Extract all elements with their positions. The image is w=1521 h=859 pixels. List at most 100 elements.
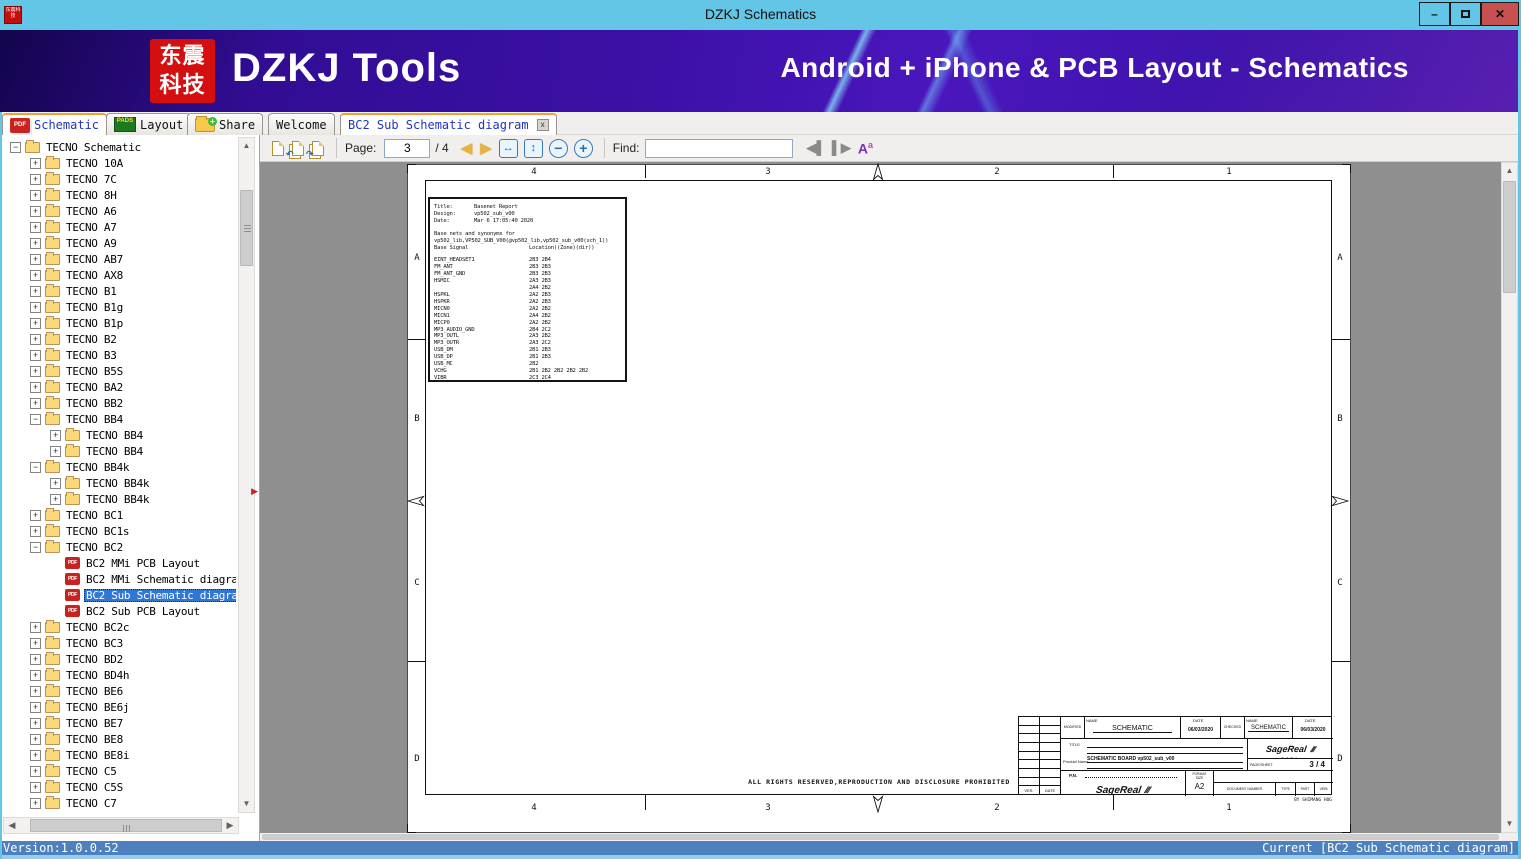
expand-toggle-icon[interactable]: +: [30, 237, 41, 249]
expand-toggle-icon[interactable]: +: [30, 269, 41, 281]
expand-toggle-icon[interactable]: +: [30, 157, 41, 169]
tree-item[interactable]: + TECNO BA2: [2, 379, 236, 395]
expand-toggle-icon[interactable]: +: [50, 493, 61, 505]
expand-toggle-icon[interactable]: +: [30, 253, 41, 265]
tree-item[interactable]: + TECNO B1g: [2, 299, 236, 315]
tree-item[interactable]: + TECNO AX8: [2, 267, 236, 283]
viewer-hscroll-thumb[interactable]: [262, 834, 1499, 840]
collapse-toggle-icon[interactable]: −: [30, 461, 41, 473]
close-button[interactable]: ✕: [1481, 2, 1519, 26]
expand-toggle-icon[interactable]: +: [30, 285, 41, 297]
tree-item[interactable]: + TECNO BE6j: [2, 699, 236, 715]
tree-item[interactable]: − TECNO BC2: [2, 539, 236, 555]
tree-item[interactable]: + TECNO BC3: [2, 635, 236, 651]
doc-tab-welcome[interactable]: Welcome: [268, 113, 335, 135]
tree-item[interactable]: PDF BC2 MMi Schematic diagram: [2, 571, 236, 587]
rotate-right-icon[interactable]: ↷: [306, 138, 328, 159]
zoom-in-button[interactable]: +: [573, 138, 593, 158]
expand-toggle-icon[interactable]: +: [30, 173, 41, 185]
expand-toggle-icon[interactable]: +: [30, 509, 41, 521]
tree-item[interactable]: + TECNO BD2: [2, 651, 236, 667]
doc-tab-bc2-sub-schematic[interactable]: BC2 Sub Schematic diagram x: [340, 113, 557, 135]
zoom-out-button[interactable]: −: [548, 138, 568, 158]
tree-item[interactable]: PDF BC2 Sub Schematic diagram: [2, 587, 236, 603]
tree-item[interactable]: + TECNO BE7: [2, 715, 236, 731]
match-case-icon[interactable]: Aa: [854, 140, 877, 157]
tree-item[interactable]: + TECNO BB4k: [2, 491, 236, 507]
find-next-icon[interactable]: ▌▶: [829, 140, 854, 156]
viewer-vertical-scrollbar[interactable]: ▲ ▼: [1501, 162, 1518, 833]
tree-item[interactable]: + TECNO BB2: [2, 395, 236, 411]
expand-toggle-icon[interactable]: +: [30, 765, 41, 777]
tree-item[interactable]: + TECNO A7: [2, 219, 236, 235]
fit-width-button[interactable]: ↔: [498, 138, 518, 158]
next-page-button[interactable]: ▶: [476, 139, 496, 157]
document-viewer[interactable]: 4 4 3 3 2 2 1 1 A A B B C C D D Title: Basenet Report De…: [260, 162, 1501, 833]
tree-item[interactable]: + TECNO BE8: [2, 731, 236, 747]
sidebar-collapse-arrow[interactable]: ▶: [251, 487, 258, 496]
expand-toggle-icon[interactable]: +: [30, 685, 41, 697]
expand-toggle-icon[interactable]: +: [30, 749, 41, 761]
tree-item[interactable]: − TECNO BB4k: [2, 459, 236, 475]
tree-item[interactable]: + TECNO A6: [2, 203, 236, 219]
page-number-input[interactable]: [384, 138, 431, 158]
minimize-button[interactable]: –: [1419, 2, 1450, 26]
expand-toggle-icon[interactable]: +: [30, 637, 41, 649]
tree-hscroll-thumb[interactable]: [30, 819, 222, 832]
tree-scroll-thumb[interactable]: [240, 190, 253, 266]
tree-item[interactable]: + TECNO 7C: [2, 171, 236, 187]
tree-item[interactable]: + TECNO BC2c: [2, 619, 236, 635]
find-input[interactable]: [645, 138, 794, 158]
tree-item[interactable]: + TECNO BD4h: [2, 667, 236, 683]
expand-toggle-icon[interactable]: +: [30, 653, 41, 665]
tree-item[interactable]: + TECNO B3: [2, 347, 236, 363]
tree-item[interactable]: + TECNO 10A: [2, 155, 236, 171]
scroll-down-icon[interactable]: ▼: [1502, 816, 1517, 832]
expand-toggle-icon[interactable]: +: [30, 317, 41, 329]
expand-toggle-icon[interactable]: +: [30, 189, 41, 201]
collapse-toggle-icon[interactable]: −: [30, 413, 41, 425]
fit-page-button[interactable]: ↕: [523, 138, 543, 158]
tree-item[interactable]: + TECNO C7: [2, 795, 236, 811]
expand-toggle-icon[interactable]: +: [30, 781, 41, 793]
expand-toggle-icon[interactable]: +: [30, 797, 41, 809]
tree-item[interactable]: + TECNO B1: [2, 283, 236, 299]
expand-toggle-icon[interactable]: +: [50, 445, 61, 457]
scroll-down-icon[interactable]: ▼: [239, 796, 254, 812]
tree-item[interactable]: + TECNO C5S: [2, 779, 236, 795]
tree-item[interactable]: + TECNO BE8i: [2, 747, 236, 763]
tree-item[interactable]: + TECNO BB4k: [2, 475, 236, 491]
scroll-up-icon[interactable]: ▲: [239, 138, 254, 154]
tree-item[interactable]: + TECNO 8H: [2, 187, 236, 203]
tree-item[interactable]: + TECNO BC1s: [2, 523, 236, 539]
tree-vertical-scrollbar[interactable]: ▲ ▼: [238, 137, 255, 813]
expand-toggle-icon[interactable]: +: [50, 429, 61, 441]
tab-schematic[interactable]: PDF Schematic: [2, 113, 108, 135]
viewer-scroll-thumb[interactable]: [1503, 181, 1516, 293]
tree-item[interactable]: + TECNO BC1: [2, 507, 236, 523]
tree-item[interactable]: + TECNO BB4: [2, 427, 236, 443]
collapse-toggle-icon[interactable]: −: [30, 541, 41, 553]
tree-item[interactable]: PDF BC2 Sub PCB Layout: [2, 603, 236, 619]
expand-toggle-icon[interactable]: +: [30, 669, 41, 681]
expand-toggle-icon[interactable]: +: [30, 701, 41, 713]
copy-page-icon[interactable]: [268, 138, 288, 158]
tab-layout[interactable]: PADS Layout: [106, 113, 192, 135]
maximize-button[interactable]: [1450, 2, 1481, 26]
expand-toggle-icon[interactable]: +: [30, 397, 41, 409]
scroll-left-icon[interactable]: ◀: [4, 818, 20, 833]
expand-toggle-icon[interactable]: +: [30, 733, 41, 745]
expand-toggle-icon[interactable]: +: [30, 717, 41, 729]
expand-toggle-icon[interactable]: +: [30, 381, 41, 393]
tree-item[interactable]: + TECNO B5S: [2, 363, 236, 379]
expand-toggle-icon[interactable]: +: [30, 349, 41, 361]
expand-toggle-icon[interactable]: +: [30, 621, 41, 633]
tree-item[interactable]: − TECNO Schematic: [2, 139, 236, 155]
tree-item[interactable]: + TECNO B1p: [2, 315, 236, 331]
tree-item[interactable]: + TECNO A9: [2, 235, 236, 251]
tree-item[interactable]: + TECNO C5: [2, 763, 236, 779]
expand-toggle-icon[interactable]: +: [30, 525, 41, 537]
expand-toggle-icon[interactable]: +: [30, 205, 41, 217]
tree-item[interactable]: + TECNO BE6: [2, 683, 236, 699]
scroll-right-icon[interactable]: ▶: [222, 818, 238, 833]
